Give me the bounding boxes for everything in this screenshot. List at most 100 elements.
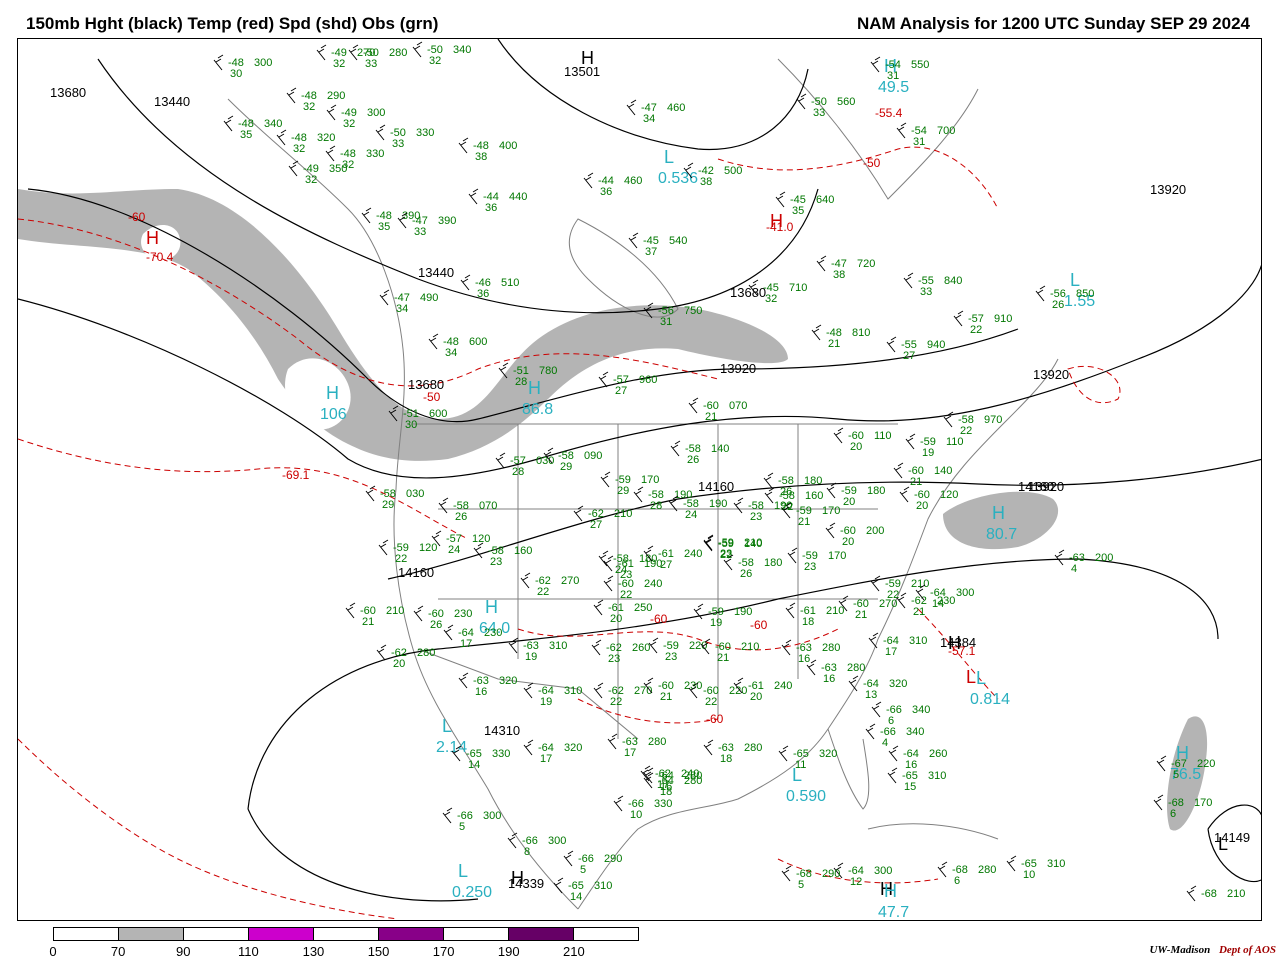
station-plot: -64 23017 bbox=[443, 624, 502, 650]
station-height: 310 bbox=[928, 770, 946, 782]
station-plot: -50 33033 bbox=[375, 124, 434, 150]
center-letter: L bbox=[976, 668, 986, 688]
center-letter: H bbox=[146, 228, 159, 248]
station-plot: -58 16023 bbox=[473, 542, 532, 568]
station-dewpoint: 21 bbox=[910, 476, 922, 488]
station-observations: -48 30030-49 27032-50 28033-50 34032-48 29032… bbox=[213, 41, 1245, 903]
station-height: 290 bbox=[327, 90, 345, 102]
station-height: 200 bbox=[1095, 552, 1113, 564]
colorbar-segment bbox=[509, 928, 574, 940]
wind-barb bbox=[626, 99, 637, 116]
temp-label: -55.4 bbox=[875, 106, 903, 120]
station-dewpoint: 18 bbox=[660, 786, 672, 798]
wind-barb bbox=[442, 807, 453, 824]
temp-label: -70.4 bbox=[146, 250, 174, 264]
wind-barb bbox=[378, 539, 389, 556]
station-height: 320 bbox=[564, 742, 582, 754]
station-height: 290 bbox=[604, 853, 622, 865]
station-dewpoint: 23 bbox=[490, 556, 502, 568]
center-value: 106 bbox=[320, 406, 347, 423]
station-height: 240 bbox=[644, 578, 662, 590]
station-height: 250 bbox=[634, 602, 652, 614]
station-dewpoint: 22 bbox=[620, 589, 632, 601]
station-height: 940 bbox=[927, 339, 945, 351]
wind-barb bbox=[628, 232, 639, 249]
wind-barb bbox=[593, 682, 604, 699]
station-plot: -64 32017 bbox=[523, 739, 582, 765]
colorbar-segment bbox=[574, 928, 638, 940]
station-dewpoint: 16 bbox=[475, 686, 487, 698]
station-dewpoint: 18 bbox=[802, 616, 814, 628]
station-dewpoint: 26 bbox=[1052, 299, 1064, 311]
station-height: 320 bbox=[317, 132, 335, 144]
wind-barb bbox=[428, 333, 439, 350]
station-dewpoint: 36 bbox=[477, 288, 489, 300]
station-height: 070 bbox=[479, 500, 497, 512]
center-letter: L bbox=[966, 667, 976, 687]
station-plot: -48 30030 bbox=[213, 54, 272, 80]
station-dewpoint: 32 bbox=[429, 55, 441, 67]
station-height: 290 bbox=[822, 868, 840, 880]
station-dewpoint: 20 bbox=[850, 441, 862, 453]
wind-barb bbox=[326, 104, 337, 121]
station-plot: -65 31014 bbox=[553, 877, 612, 903]
wind-barb bbox=[871, 701, 882, 718]
station-height: 120 bbox=[940, 489, 958, 501]
station-height: 340 bbox=[906, 726, 924, 738]
wind-barb bbox=[903, 272, 914, 289]
center-value: 47.7 bbox=[878, 904, 909, 921]
station-dewpoint: 37 bbox=[645, 246, 657, 258]
map-title: 150mb Hght (black) Temp (red) Spd (shd) … bbox=[26, 14, 439, 33]
station-dewpoint: 34 bbox=[396, 303, 408, 315]
station-dewpoint: 13 bbox=[865, 689, 877, 701]
temp-contour-e bbox=[577, 698, 719, 724]
station-plot: -47 46034 bbox=[626, 99, 685, 125]
station-height: 120 bbox=[419, 542, 437, 554]
station-plot: -68 2806 bbox=[937, 861, 996, 887]
station-dewpoint: 20 bbox=[916, 500, 928, 512]
station-height: 170 bbox=[1194, 797, 1212, 809]
colorbar-segment bbox=[379, 928, 444, 940]
wind-barb bbox=[345, 602, 356, 619]
station-height: 810 bbox=[852, 327, 870, 339]
station-dewpoint: 22 bbox=[395, 553, 407, 565]
station-dewpoint: 29 bbox=[560, 461, 572, 473]
station-height: 910 bbox=[994, 313, 1012, 325]
center-letter: H bbox=[770, 211, 783, 231]
station-dewpoint: 35 bbox=[792, 205, 804, 217]
colorbar-segment bbox=[184, 928, 249, 940]
wind-barb bbox=[316, 44, 327, 61]
station-plot: -57 03028 bbox=[495, 452, 554, 478]
station-plot: -64 28018 bbox=[643, 772, 702, 798]
station-height: 220 bbox=[1197, 758, 1215, 770]
wind-barb bbox=[865, 723, 876, 740]
station-plot: -48 60034 bbox=[428, 333, 487, 359]
station-height: 310 bbox=[1047, 858, 1065, 870]
temp-contour-b bbox=[717, 146, 999, 210]
center-letter: H bbox=[884, 881, 897, 901]
wind-barb bbox=[893, 462, 904, 479]
station-height: 260 bbox=[632, 642, 650, 654]
station-height: 330 bbox=[492, 748, 510, 760]
wind-barb bbox=[953, 310, 964, 327]
station-height: 300 bbox=[956, 587, 974, 599]
center-letter: L bbox=[1218, 834, 1228, 854]
station-dewpoint: 23 bbox=[750, 511, 762, 523]
station-dewpoint: 19 bbox=[922, 447, 934, 459]
station-height: 750 bbox=[684, 305, 702, 317]
station-dewpoint: 5 bbox=[459, 821, 465, 833]
station-plot: -58 07026 bbox=[438, 497, 497, 523]
analysis-time-title: NAM Analysis for 1200 UTC Sunday SEP 29 … bbox=[856, 14, 1250, 33]
temp-label: -50 bbox=[423, 390, 441, 404]
station-plot: -64 31019 bbox=[523, 682, 582, 708]
station-height: 210 bbox=[386, 605, 404, 617]
station-dewpoint: 32 bbox=[305, 174, 317, 186]
credit-dept: Dept of AOS bbox=[1218, 944, 1276, 956]
station-height: 160 bbox=[805, 490, 823, 502]
station-dewpoint: 33 bbox=[813, 107, 825, 119]
station-height: 280 bbox=[847, 662, 865, 674]
station-height: 320 bbox=[819, 748, 837, 760]
station-height: 210 bbox=[614, 508, 632, 520]
station-plot: -47 72038 bbox=[816, 255, 875, 281]
wind-barb bbox=[811, 324, 822, 341]
